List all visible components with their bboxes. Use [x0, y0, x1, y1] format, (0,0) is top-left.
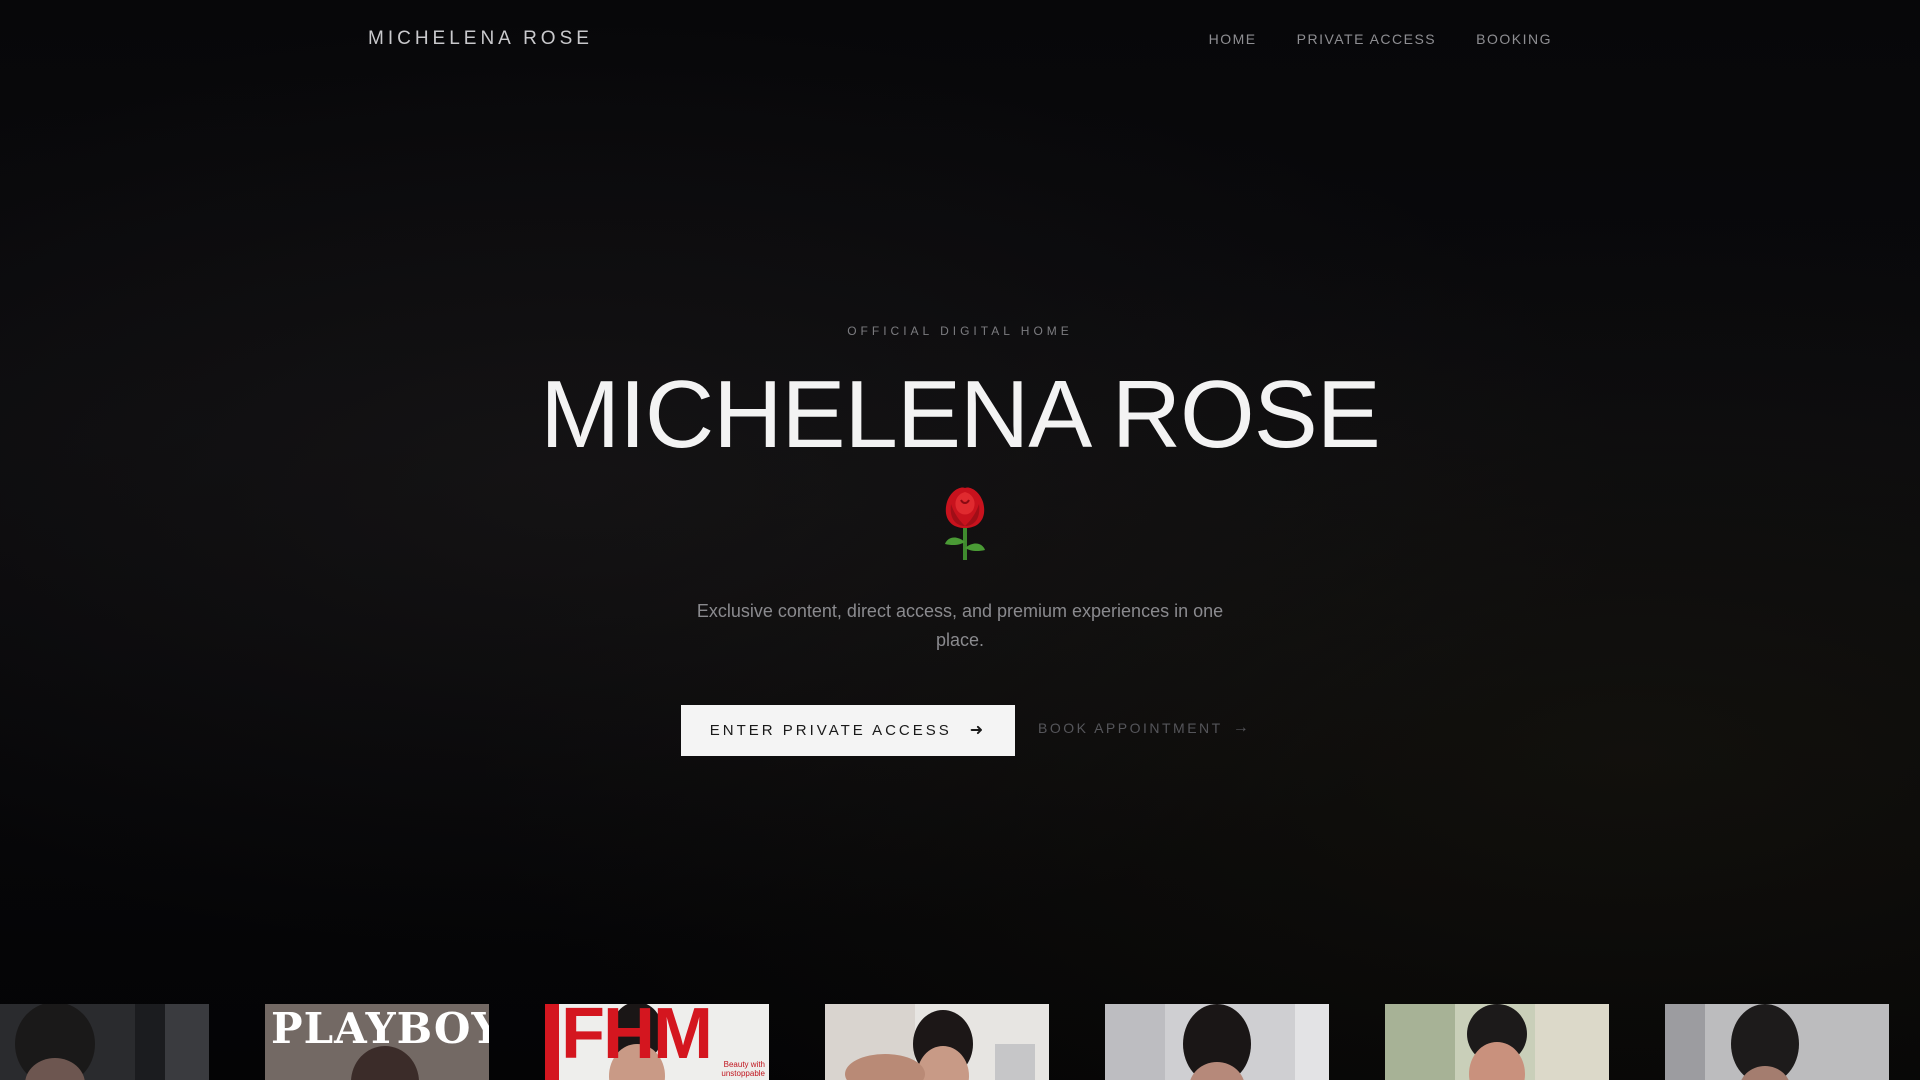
arrow-right-icon: → — [1232, 719, 1252, 736]
gallery-thumb[interactable] — [0, 1004, 209, 1080]
arrow-right-icon: ➜ — [969, 721, 987, 739]
rose-icon — [935, 482, 995, 562]
nav-booking[interactable]: BOOKING — [1476, 31, 1552, 47]
fhm-cover-tagline: Beauty with unstoppable — [721, 1060, 765, 1078]
fhm-cover-title: FHM — [561, 1004, 713, 1074]
site-header: MICHELENA ROSE HOME PRIVATE ACCESS BOOKI… — [0, 0, 1920, 80]
brand-logo[interactable]: MICHELENA ROSE — [368, 28, 593, 50]
hero-subtitle: Exclusive content, direct access, and pr… — [696, 601, 1224, 650]
gallery-thumb[interactable] — [1105, 1004, 1329, 1080]
page: MICHELENA ROSE HOME PRIVATE ACCESS BOOKI… — [0, 0, 1920, 1080]
nav-private-access[interactable]: PRIVATE ACCESS — [1297, 31, 1437, 47]
magazine-cover-playboy[interactable]: PLAYBOY — [265, 1004, 489, 1080]
playboy-cover-title: PLAYBOY — [271, 1004, 489, 1053]
book-appointment-link[interactable]: BOOK APPOINTMENT → — [1038, 719, 1252, 737]
gallery-thumb[interactable] — [825, 1004, 1049, 1080]
book-appointment-label: BOOK APPOINTMENT — [1038, 720, 1223, 736]
nav-home[interactable]: HOME — [1209, 31, 1257, 47]
gallery-carousel: PLAYBOY FHM Beauty with unstoppable — [0, 1004, 1920, 1080]
gallery-thumb[interactable] — [1665, 1004, 1889, 1080]
gallery-thumb[interactable] — [1385, 1004, 1609, 1080]
enter-private-access-button[interactable]: ENTER PRIVATE ACCESS ➜ — [681, 705, 1015, 756]
hero-eyebrow: OFFICIAL DIGITAL HOME — [847, 324, 1073, 338]
hero-title: MICHELENA ROSE — [540, 361, 1381, 468]
main-nav: HOME PRIVATE ACCESS BOOKING — [1209, 31, 1552, 47]
magazine-cover-fhm[interactable]: FHM Beauty with unstoppable — [545, 1004, 769, 1080]
enter-private-access-label: ENTER PRIVATE ACCESS — [709, 722, 952, 739]
